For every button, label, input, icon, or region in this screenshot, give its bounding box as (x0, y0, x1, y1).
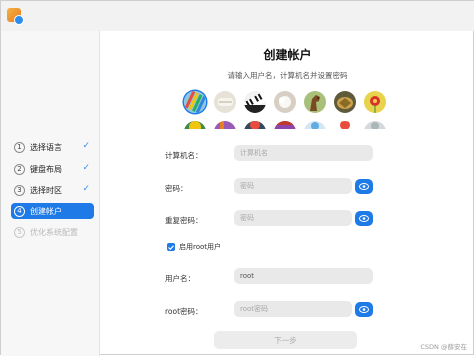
check-icon: ✓ (82, 184, 90, 194)
steps-sidebar: 1 选择语言 ✓ 2 键盘布局 ✓ 3 选择时区 ✓ 4 创建帐户 5 优化系统… (1, 31, 100, 356)
username-input[interactable] (234, 268, 373, 284)
avatar-14[interactable] (364, 121, 386, 129)
colored-pencils-avatar[interactable] (184, 91, 206, 113)
enable-root-label[interactable]: 启用root用户 (179, 242, 221, 252)
avatar-9[interactable] (214, 121, 236, 129)
password-input[interactable] (234, 178, 352, 194)
root-password-label: root密码： (165, 307, 203, 316)
step-label: 创建帐户 (30, 206, 62, 216)
step-select-language[interactable]: 1 选择语言 ✓ (11, 139, 94, 155)
page-subtitle: 请输入用户名，计算机名并设置密码 (227, 71, 348, 80)
step-select-timezone[interactable]: 3 选择时区 ✓ (11, 182, 94, 198)
step-number: 2 (14, 163, 25, 175)
eye-icon (359, 183, 369, 190)
step-label: 优化系统配置 (30, 227, 78, 237)
step-number: 3 (14, 184, 25, 196)
repeat-password-input[interactable] (234, 210, 352, 226)
repeat-password-label: 重复密码： (165, 216, 203, 225)
avatar-row-2 (180, 121, 395, 129)
horse-avatar[interactable] (304, 91, 326, 113)
installer-app-icon (7, 8, 24, 25)
check-icon: ✓ (82, 141, 90, 151)
step-create-account[interactable]: 4 创建帐户 (11, 203, 94, 219)
enable-root-checkbox[interactable] (167, 243, 175, 251)
cotton-ball-avatar[interactable] (274, 91, 296, 113)
step-number: 4 (14, 205, 25, 217)
installer-window: 1 选择语言 ✓ 2 键盘布局 ✓ 3 选择时区 ✓ 4 创建帐户 5 优化系统… (0, 0, 474, 356)
piano-keys-avatar[interactable] (244, 91, 266, 113)
step-label: 键盘布局 (30, 164, 62, 174)
step-number: 1 (14, 141, 25, 153)
step-optimize-system: 5 优化系统配置 (11, 224, 94, 240)
step-keyboard-layout[interactable]: 2 键盘布局 ✓ (11, 161, 94, 177)
computer-name-label: 计算机名： (165, 151, 203, 160)
show-root-password-button[interactable] (355, 302, 373, 317)
computer-name-input[interactable] (234, 145, 373, 161)
flower-avatar[interactable] (364, 91, 386, 113)
avatar-13[interactable] (334, 121, 356, 129)
title-bar (1, 1, 474, 31)
next-button[interactable]: 下一步 (214, 331, 357, 349)
check-icon: ✓ (82, 163, 90, 173)
password-label: 密码： (165, 184, 188, 193)
avatar-12[interactable] (304, 121, 326, 129)
avatar-11[interactable] (274, 121, 296, 129)
step-label: 选择语言 (30, 142, 62, 152)
username-label: 用户名： (165, 274, 195, 283)
paper-roll-avatar[interactable] (214, 91, 236, 113)
eye-icon (359, 215, 369, 222)
avatar-8[interactable] (184, 121, 206, 129)
step-label: 选择时区 (30, 185, 62, 195)
turtle-avatar[interactable] (334, 91, 356, 113)
page-title: 创建帐户 (263, 48, 312, 62)
root-password-input[interactable] (234, 301, 352, 317)
create-account-panel: 创建帐户 请输入用户名，计算机名并设置密码 计算机名： 计算机名 密码： 重复密… (100, 31, 474, 356)
show-password-button[interactable] (355, 179, 373, 194)
avatar-10[interactable] (244, 121, 266, 129)
eye-icon (359, 306, 369, 313)
checkmark-icon (168, 244, 174, 250)
watermark-text: CSDN @薛安在 (420, 343, 467, 351)
show-repeat-password-button[interactable] (355, 211, 373, 226)
step-number: 5 (14, 226, 25, 238)
